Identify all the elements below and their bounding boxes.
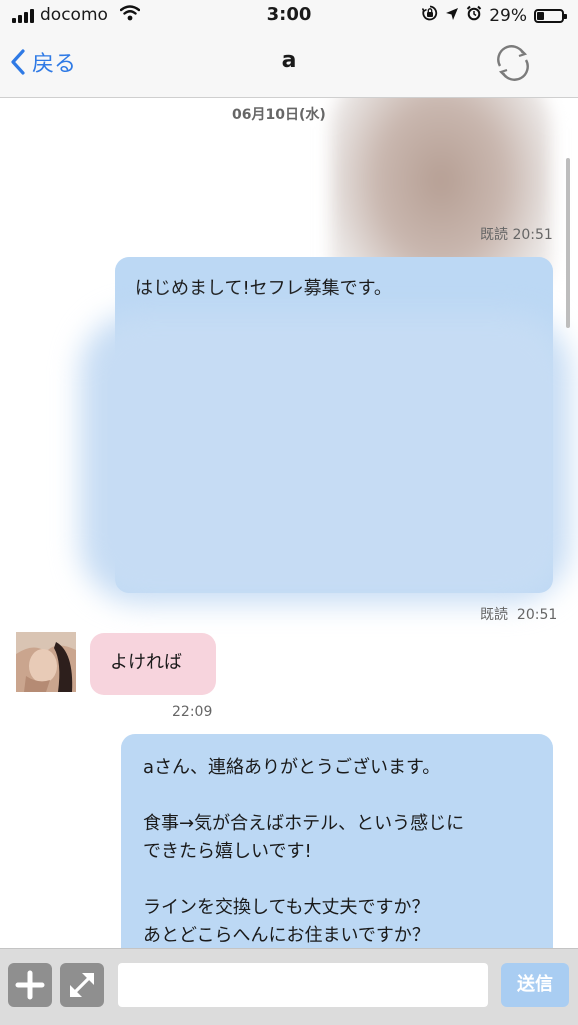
- message-line: できたら嬉しいです!: [143, 841, 312, 862]
- photo-read-status: 既読 20:51: [480, 224, 553, 244]
- incoming-message-time: 22:09: [172, 704, 213, 720]
- battery-percent: 29%: [489, 5, 527, 26]
- battery-icon: [534, 8, 567, 23]
- incoming-message-bubble[interactable]: よければ: [90, 633, 216, 695]
- back-button-label: 戻る: [32, 52, 77, 77]
- message-list[interactable]: 06月10日(水) 既読 20:51 はじめまして!セフレ募集です。 既読 20…: [0, 98, 578, 948]
- message-line: aさん、連絡ありがとうございます。: [143, 757, 441, 778]
- send-button[interactable]: 送信: [501, 963, 569, 1007]
- refresh-icon: [497, 45, 529, 81]
- expand-arrows-icon: [69, 972, 95, 998]
- message-time: 20:51: [512, 227, 553, 243]
- message-line: 食事→気が合えばホテル、という感じに: [143, 813, 465, 834]
- alarm-icon: [466, 5, 482, 26]
- location-arrow-icon: [445, 6, 459, 26]
- message-read-status: 既読 20:51: [480, 604, 557, 624]
- chevron-left-icon: [11, 49, 25, 75]
- message-input-bar: 送信: [0, 948, 578, 1025]
- message-text: よければ: [110, 652, 182, 673]
- message-line: あとどこらへんにお住まいですか？: [143, 925, 430, 946]
- message-line: [143, 866, 531, 894]
- message-time: 20:51: [516, 607, 558, 623]
- message-line: [143, 782, 531, 810]
- date-separator: 06月10日(水): [232, 107, 326, 123]
- redacted-message-blur: [80, 313, 570, 603]
- scrollbar[interactable]: [566, 158, 570, 328]
- plus-icon: [15, 970, 45, 1000]
- expand-button[interactable]: [60, 963, 104, 1007]
- status-right-group: 29%: [422, 5, 567, 26]
- read-label: 既読: [480, 607, 508, 623]
- back-button[interactable]: 戻る: [10, 46, 76, 78]
- message-text: はじめまして!セフレ募集です。: [135, 278, 392, 299]
- message-input[interactable]: [118, 963, 488, 1007]
- read-label: 既読: [480, 227, 508, 243]
- orientation-lock-icon: [422, 5, 438, 26]
- carrier-name: docomo: [40, 5, 108, 25]
- add-attachment-button[interactable]: [8, 963, 52, 1007]
- outgoing-message-bubble[interactable]: aさん、連絡ありがとうございます。 食事→気が合えばホテル、という感じに できた…: [121, 734, 553, 948]
- status-bar: docomo 3:00 29%: [0, 0, 578, 30]
- navigation-bar: 戻る a: [0, 30, 578, 98]
- cellular-signal-icon: [12, 9, 34, 23]
- message-line: ラインを交換しても大丈夫ですか？: [143, 897, 430, 918]
- refresh-button[interactable]: [492, 44, 534, 86]
- avatar[interactable]: [16, 632, 76, 692]
- wifi-icon: [119, 5, 141, 25]
